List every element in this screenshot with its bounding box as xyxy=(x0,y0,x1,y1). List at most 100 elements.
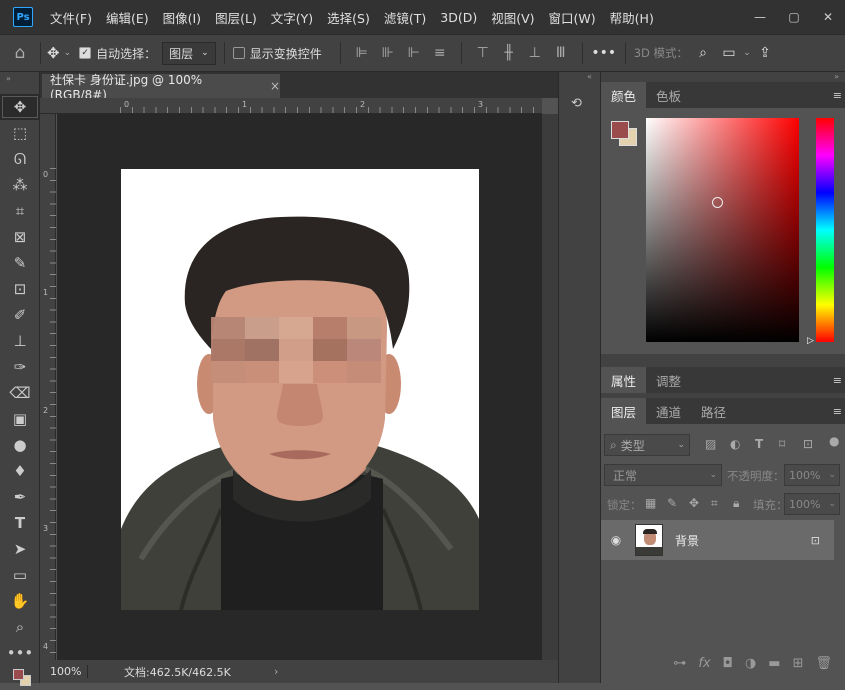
opacity-field[interactable]: 100% ⌄ xyxy=(784,464,840,486)
auto-select-dropdown[interactable]: 图层 ⌄ xyxy=(162,41,216,65)
saturation-brightness-field[interactable] xyxy=(646,118,799,342)
distribute-v-icon[interactable]: Ⅲ xyxy=(548,45,574,61)
lasso-tool-icon[interactable]: ᘏ xyxy=(0,146,40,172)
maximize-icon[interactable]: ▢ xyxy=(777,10,811,24)
menu-help[interactable]: 帮助(H) xyxy=(603,8,661,27)
menu-image[interactable]: 图像(I) xyxy=(156,8,208,27)
close-tab-icon[interactable]: × xyxy=(270,79,280,93)
crop-tool-icon[interactable]: ⌗ xyxy=(0,198,40,224)
close-window-icon[interactable]: ✕ xyxy=(811,10,845,24)
blend-mode-dropdown[interactable]: 正常 ⌄ xyxy=(604,464,722,486)
tab-color[interactable]: 颜色 xyxy=(601,82,647,108)
menu-type[interactable]: 文字(Y) xyxy=(264,8,320,27)
panel-menu-icon[interactable]: ≡ xyxy=(833,89,842,102)
layer-lock-icon[interactable]: ⊡ xyxy=(811,534,820,547)
new-layer-icon[interactable]: ⊞ xyxy=(793,656,804,680)
menu-view[interactable]: 视图(V) xyxy=(484,8,541,27)
checkbox-empty-icon[interactable] xyxy=(232,47,245,59)
foreground-color-swatch[interactable] xyxy=(611,121,629,139)
menu-select[interactable]: 选择(S) xyxy=(320,8,377,27)
status-arrow-icon[interactable]: › xyxy=(274,665,278,678)
lock-pixels-icon[interactable]: ✎ xyxy=(667,496,677,510)
clone-stamp-tool-icon[interactable]: ⊥ xyxy=(0,328,40,354)
healing-brush-tool-icon[interactable]: ⊡ xyxy=(0,276,40,302)
tab-swatches[interactable]: 色板 xyxy=(646,82,691,108)
vertical-scrollbar[interactable] xyxy=(542,114,558,660)
menu-window[interactable]: 窗口(W) xyxy=(542,8,603,27)
checkbox-checked-icon[interactable]: ✓ xyxy=(79,47,92,59)
align-right-icon[interactable]: ⊩ xyxy=(401,45,427,61)
document-tab[interactable]: 社保卡 身份证.jpg @ 100%(RGB/8#) × xyxy=(42,73,280,102)
add-mask-icon[interactable]: ◘ xyxy=(723,656,733,680)
eyedropper-tool-icon[interactable]: ✎ xyxy=(0,250,40,276)
tab-properties[interactable]: 属性 xyxy=(601,367,647,393)
tab-paths[interactable]: 路径 xyxy=(691,398,736,424)
marquee-tool-icon[interactable]: ⬚ xyxy=(0,120,40,146)
filter-shape-icon[interactable]: ⌑ xyxy=(779,437,785,451)
color-picker-cursor[interactable] xyxy=(712,197,723,208)
brush-tool-icon[interactable]: ✐ xyxy=(0,302,40,328)
rectangle-tool-icon[interactable]: ▭ xyxy=(0,562,40,588)
id-photo-canvas[interactable] xyxy=(121,169,479,610)
filter-toggle-icon[interactable]: ● xyxy=(829,434,839,448)
menu-layer[interactable]: 图层(L) xyxy=(208,8,264,27)
new-group-folder-icon[interactable]: ▬ xyxy=(768,656,780,680)
chevron-down-icon[interactable]: ⌄ xyxy=(64,48,72,58)
menu-file[interactable]: 文件(F) xyxy=(43,8,99,27)
align-bottom-icon[interactable]: ⊥ xyxy=(522,45,548,61)
layer-style-fx-icon[interactable]: fx xyxy=(698,656,710,680)
align-left-icon[interactable]: ⊫ xyxy=(349,45,375,61)
lock-position-icon[interactable]: ✥ xyxy=(689,496,699,510)
align-middle-v-icon[interactable]: ╫ xyxy=(496,45,522,61)
menu-edit[interactable]: 编辑(E) xyxy=(99,8,156,27)
hand-tool-icon[interactable]: ✋ xyxy=(0,588,40,614)
history-brush-tool-icon[interactable]: ✑ xyxy=(0,354,40,380)
menu-filter[interactable]: 滤镜(T) xyxy=(377,8,433,27)
delete-layer-trash-icon[interactable]: 🗑︎ xyxy=(815,656,832,680)
workspace-icon[interactable]: ▭ xyxy=(718,45,740,61)
filter-pixel-icon[interactable]: ▨ xyxy=(705,437,716,451)
dodge-tool-icon[interactable]: ♦ xyxy=(0,458,40,484)
filter-adjustment-icon[interactable]: ◐ xyxy=(730,437,740,451)
pen-tool-icon[interactable]: ✒ xyxy=(0,484,40,510)
zoom-tool-icon[interactable]: ⌕ xyxy=(0,614,40,640)
foreground-swatch[interactable] xyxy=(13,669,24,680)
new-adjustment-layer-icon[interactable]: ◑ xyxy=(745,656,756,680)
magic-wand-tool-icon[interactable]: ⁂ xyxy=(0,172,40,198)
collapse-icon[interactable]: « xyxy=(559,72,600,82)
filter-type-icon[interactable]: T xyxy=(755,437,763,451)
distribute-h-icon[interactable]: ≡ xyxy=(427,45,453,61)
lock-transparent-icon[interactable]: ▦ xyxy=(645,496,656,510)
search-icon[interactable]: ⌕ xyxy=(688,45,718,61)
panel-menu-icon[interactable]: ≡ xyxy=(833,405,842,418)
collapse-icon[interactable]: » xyxy=(601,72,845,82)
zoom-level[interactable]: 100% xyxy=(40,665,88,678)
layer-row-background[interactable]: ◉ 背景 ⊡ xyxy=(601,520,834,560)
tab-channels[interactable]: 通道 xyxy=(646,398,691,424)
gradient-tool-icon[interactable]: ▣ xyxy=(0,406,40,432)
edit-toolbar-icon[interactable]: ••• xyxy=(0,640,40,666)
tab-adjustments[interactable]: 调整 xyxy=(646,367,691,393)
share-icon[interactable]: ⇪ xyxy=(754,45,776,61)
filter-smart-object-icon[interactable]: ⊡ xyxy=(803,437,813,451)
chevron-down-icon[interactable]: ⌄ xyxy=(740,48,754,58)
more-options-icon[interactable]: ••• xyxy=(591,45,617,61)
align-center-h-icon[interactable]: ⊪ xyxy=(375,45,401,61)
history-panel-icon[interactable]: ⟲ xyxy=(571,96,589,114)
visibility-eye-icon[interactable]: ◉ xyxy=(601,533,631,547)
align-top-icon[interactable]: ⊤ xyxy=(470,45,496,61)
panel-menu-icon[interactable]: ≡ xyxy=(833,374,842,387)
layer-name[interactable]: 背景 xyxy=(675,532,699,549)
type-tool-icon[interactable]: T xyxy=(0,510,40,536)
fill-field[interactable]: 100% ⌄ xyxy=(784,493,840,515)
blur-tool-icon[interactable]: ● xyxy=(0,432,40,458)
lock-all-icon[interactable]: 🔒︎ xyxy=(733,496,739,511)
minimize-icon[interactable]: — xyxy=(743,10,777,24)
move-tool-icon[interactable]: ✥ xyxy=(0,94,40,120)
lock-artboard-icon[interactable]: ⌗ xyxy=(711,496,718,511)
color-swatches-icon[interactable] xyxy=(0,666,40,690)
link-layers-icon[interactable]: ⊶ xyxy=(673,656,686,680)
tab-layers[interactable]: 图层 xyxy=(601,398,647,424)
collapse-icon[interactable]: » xyxy=(0,72,39,94)
home-icon[interactable]: ⌂ xyxy=(0,43,40,63)
